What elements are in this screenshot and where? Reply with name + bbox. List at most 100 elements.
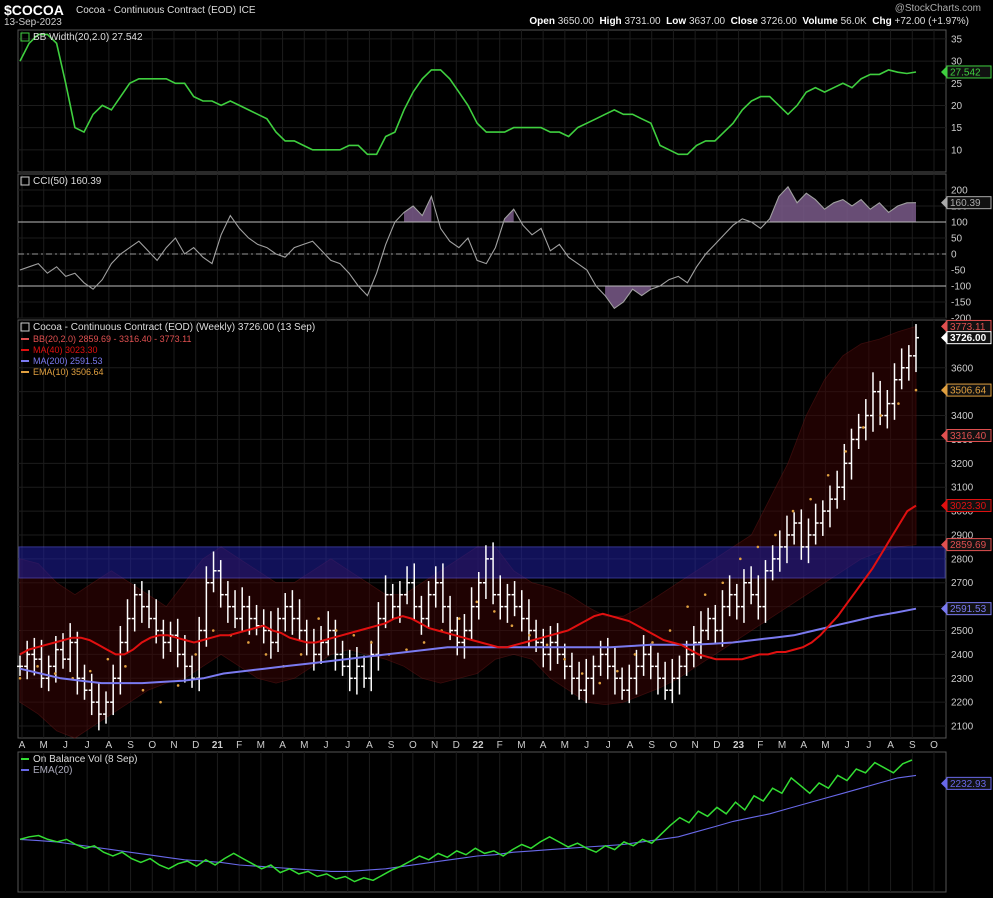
bbw-legend: BB Width(20,2.0) 27.542 [33,32,143,43]
x-tick-label: O [670,740,678,751]
x-tick-label: A [800,740,807,751]
ema10-point [756,545,760,549]
ema10-point [879,414,883,417]
x-tick-label: A [366,740,373,751]
ema10-point [703,593,707,596]
price-legend-entry: MA(200) 2591.53 [33,356,103,366]
value-tag-label-obv: 2232.93 [950,779,987,790]
x-tick-label: N [170,740,177,751]
x-tick-label: J [324,740,329,751]
x-tick-label: A [887,740,894,751]
x-tick-label: O [409,740,417,751]
x-tick-label: J [845,740,850,751]
y-tick-label-cci: 100 [951,218,968,229]
y-tick-label-bbw: 15 [951,123,963,134]
ema10-point [633,653,637,656]
value-tag-label-price: 3023.30 [950,501,987,512]
x-tick-label: J [584,740,589,751]
y-tick-label-price: 2700 [951,578,974,589]
value-tag-label-price: 3316.40 [950,431,987,442]
ema10-point [791,509,795,513]
x-tick-label: M [40,740,48,751]
y-tick-label-price: 2200 [951,698,974,709]
y-tick-label-cci: -100 [951,282,971,293]
ema10-point [475,600,479,604]
x-tick-label: J [85,740,90,751]
ema10-point [141,688,145,692]
ema10-point [861,426,865,429]
ema10-point [247,641,250,644]
ema10-point [405,648,408,651]
ema10-point [545,643,549,647]
price-legend-entry: EMA(10) 3506.64 [33,367,104,377]
y-tick-label-price: 3100 [951,483,974,494]
ema10-point [176,684,180,687]
value-tag-label-price: 3726.00 [950,333,987,344]
resistance-zone [18,546,946,579]
ema10-point [352,633,356,637]
ema10-point [826,473,830,477]
x-tick-label: A [627,740,634,751]
y-tick-label-cci: 50 [951,234,963,245]
ema10-point [88,669,92,673]
ema10-point [616,669,619,673]
ema10-point [651,641,654,644]
x-tick-label: M [517,740,525,751]
ema10-point [299,653,303,656]
ema10-point [809,497,812,501]
ema10-point [897,402,900,405]
x-tick-label: J [345,740,350,751]
x-tick-label: D [192,740,199,751]
ema10-point [124,665,127,668]
ema10-point [598,681,602,685]
x-tick-label: A [279,740,286,751]
panel-frame-obv [17,751,947,893]
y-tick-label-price: 3600 [951,363,974,374]
ema10-point [721,581,725,585]
x-tick-label: O [148,740,156,751]
x-tick-label: M [300,740,308,751]
price-legend-entry: BB(20,2.0) 2859.69 - 3316.40 - 3773.11 [33,334,191,344]
y-tick-label-price: 2400 [951,650,974,661]
ema10-point [53,672,57,675]
x-tick-label: S [909,740,916,751]
x-tick-label: F [757,740,763,751]
x-tick-label: S [648,740,655,751]
x-tick-label: D [453,740,460,751]
ema10-point [563,657,566,661]
ema10-point [844,450,848,453]
ema10-point [106,657,110,661]
ema10-point [580,672,584,675]
ema10-point [528,633,531,637]
x-tick-label: M [778,740,786,751]
ema10-point [422,641,426,644]
ema10-point [264,653,268,656]
ema10-point [914,388,918,392]
x-tick-label: A [106,740,113,751]
ema10-point [739,557,742,561]
x-tick-label: J [866,740,871,751]
y-tick-label-cci: -50 [951,266,966,277]
x-tick-label: M [257,740,265,751]
x-tick-label: N [431,740,438,751]
x-tick-label: 21 [212,740,224,751]
y-tick-label-bbw: 25 [951,79,963,90]
cci-legend: CCI(50) 160.39 [33,176,102,187]
value-tag-label-bbw: 27.542 [950,67,981,78]
y-tick-label-price: 3200 [951,459,974,470]
x-tick-label: O [930,740,938,751]
ema10-point [686,605,689,608]
x-tick-label: F [236,740,242,751]
value-tag-label-price: 2591.53 [950,604,987,615]
ema10-point [668,629,672,632]
y-tick-label-bbw: 20 [951,101,963,112]
x-tick-label: N [692,740,699,751]
price-title: Cocoa - Continuous Contract (EOD) (Weekl… [33,322,315,333]
y-tick-label-cci: -150 [951,298,971,309]
ema10-point [194,653,197,656]
price-legend-entry: MA(40) 3023.30 [33,345,98,355]
x-tick-label: M [561,740,569,751]
obv-ema-legend: EMA(20) [33,765,72,776]
ema10-point [457,617,461,620]
ema10-point [370,641,373,644]
